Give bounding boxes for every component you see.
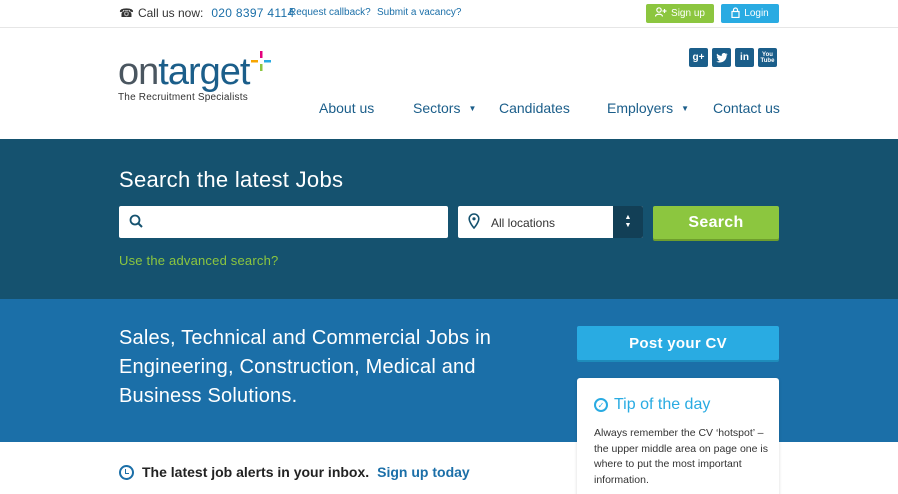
logo-word-target: target bbox=[158, 51, 250, 93]
keyword-input[interactable] bbox=[151, 206, 441, 238]
alarm-clock-icon bbox=[119, 464, 134, 480]
top-bar: ☎ Call us now: 020 8397 4114 Request cal… bbox=[0, 0, 898, 28]
search-icon bbox=[129, 214, 143, 228]
nav-about[interactable]: About us bbox=[319, 100, 374, 116]
tip-heading-label: Tip of the day bbox=[614, 396, 711, 413]
logo-wordmark: ontarget bbox=[118, 50, 250, 94]
logo[interactable]: ontarget The Recruitment Specialists bbox=[118, 50, 271, 103]
site-header: ontarget The Recruitment Specialists g+ … bbox=[0, 28, 898, 139]
keyword-search-box[interactable] bbox=[119, 206, 448, 238]
nav-candidates[interactable]: Candidates bbox=[499, 100, 570, 116]
submit-vacancy-link[interactable]: Submit a vacancy? bbox=[377, 7, 462, 18]
phone-contact: ☎ Call us now: 020 8397 4114 bbox=[119, 6, 294, 20]
login-button[interactable]: Login bbox=[721, 4, 779, 23]
nav-about-label: About us bbox=[319, 100, 375, 116]
nav-employers[interactable]: Employers ▼ bbox=[607, 100, 689, 116]
nav-contact-label: Contact us bbox=[713, 100, 780, 116]
location-value: All locations bbox=[491, 216, 556, 230]
nav-sectors-label: Sectors bbox=[413, 100, 461, 116]
call-label: Call us now: bbox=[137, 6, 204, 20]
search-section: Search the latest Jobs All locations ▲ ▼ … bbox=[0, 139, 898, 299]
search-button[interactable]: Search bbox=[653, 206, 779, 239]
youtube-icon[interactable]: You Tube bbox=[758, 48, 777, 67]
signup-label: Sign up bbox=[671, 8, 705, 19]
select-arrows-icon: ▲ ▼ bbox=[613, 206, 643, 238]
advanced-search-link[interactable]: Use the advanced search? bbox=[119, 253, 278, 268]
check-circle-icon: ✓ bbox=[594, 398, 608, 412]
signup-button[interactable]: Sign up bbox=[646, 4, 714, 23]
caret-down-icon: ▼ bbox=[681, 103, 690, 113]
phone-number[interactable]: 020 8397 4114 bbox=[211, 6, 294, 20]
nav-candidates-label: Candidates bbox=[499, 100, 570, 116]
hero-tagline: Sales, Technical and Commercial Jobs in … bbox=[119, 327, 492, 407]
job-alerts: The latest job alerts in your inbox. Sig… bbox=[119, 464, 470, 480]
tip-of-the-day-card: ✓ Tip of the day Always remember the CV … bbox=[577, 378, 779, 494]
linkedin-icon[interactable]: in bbox=[735, 48, 754, 67]
tip-body: Always remember the CV ‘hotspot’ – the u… bbox=[594, 427, 768, 486]
location-select[interactable]: All locations ▲ ▼ bbox=[458, 206, 643, 238]
twitter-icon[interactable] bbox=[712, 48, 731, 67]
nav-sectors[interactable]: Sectors ▼ bbox=[413, 100, 476, 116]
tip-heading: ✓ Tip of the day bbox=[594, 396, 710, 414]
request-callback-link[interactable]: Request callback? bbox=[289, 7, 371, 18]
logo-word-on: on bbox=[118, 51, 159, 93]
caret-down-icon: ▼ bbox=[468, 103, 477, 113]
google-plus-icon[interactable]: g+ bbox=[689, 48, 708, 67]
phone-icon: ☎ bbox=[119, 6, 134, 20]
nav-employers-label: Employers bbox=[607, 100, 674, 116]
logo-crosshair-icon bbox=[251, 51, 271, 71]
main-nav: About us Sectors ▼ Candidates Employers ▼ … bbox=[0, 100, 898, 120]
login-label: Login bbox=[744, 8, 769, 19]
search-heading: Search the latest Jobs bbox=[119, 167, 344, 192]
add-user-icon bbox=[654, 7, 667, 20]
map-pin-icon bbox=[468, 213, 480, 230]
social-links: g+ in You Tube bbox=[689, 48, 777, 67]
job-alerts-text: The latest job alerts in your inbox. bbox=[142, 464, 370, 480]
lock-icon bbox=[731, 6, 740, 21]
nav-contact[interactable]: Contact us bbox=[713, 100, 780, 116]
signup-today-link[interactable]: Sign up today bbox=[377, 464, 470, 480]
post-cv-button[interactable]: Post your CV bbox=[577, 326, 779, 360]
youtube-label: You Tube bbox=[760, 51, 775, 64]
